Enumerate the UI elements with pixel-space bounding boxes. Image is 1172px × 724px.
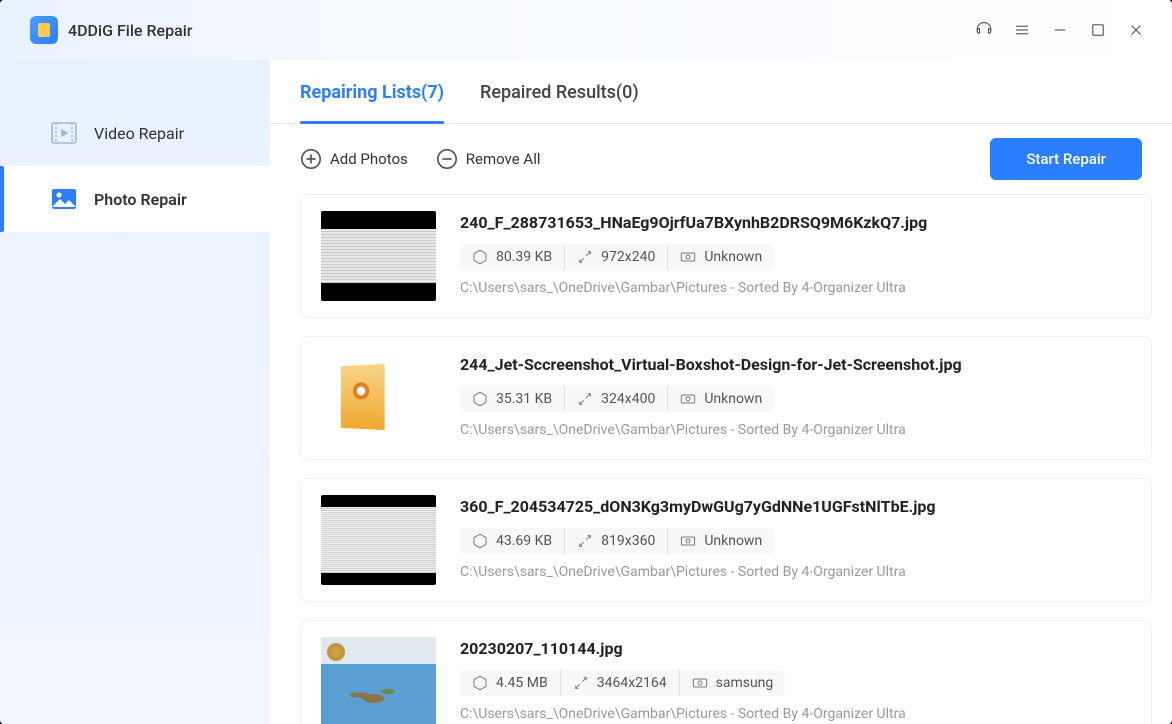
start-repair-button[interactable]: Start Repair (990, 138, 1142, 180)
remove-all-button[interactable]: Remove All (436, 148, 541, 170)
file-device: Unknown (668, 244, 774, 270)
close-button[interactable] (1120, 14, 1152, 46)
sidebar-item-video-repair[interactable]: Video Repair (0, 100, 270, 166)
app-icon (30, 16, 58, 44)
sidebar: Video Repair Photo Repair (0, 60, 270, 724)
file-card[interactable]: 244_Jet-Sccreenshot_Virtual-Boxshot-Desi… (300, 336, 1152, 460)
add-photos-button[interactable]: Add Photos (300, 148, 408, 170)
titlebar-right (968, 14, 1152, 46)
support-button[interactable] (968, 14, 1000, 46)
tab-repairing-lists[interactable]: Repairing Lists(7) (300, 60, 444, 123)
file-card[interactable]: 240_F_288731653_HNaEg9OjrfUa7BXynhB2DRSQ… (300, 194, 1152, 318)
file-name: 360_F_204534725_dON3Kg3myDwGUg7yGdNNe1UG… (460, 497, 1131, 516)
add-photos-label: Add Photos (330, 150, 408, 168)
file-name: 20230207_110144.jpg (460, 639, 1131, 658)
file-path: C:\Users\sars_\OneDrive\Gambar\Pictures … (460, 280, 1131, 296)
sidebar-item-label: Photo Repair (94, 190, 187, 209)
titlebar-left: 4DDiG File Repair (30, 16, 192, 44)
file-device: Unknown (668, 528, 774, 554)
main-panel: Repairing Lists(7) Repaired Results(0) A… (270, 60, 1172, 724)
file-path: C:\Users\sars_\OneDrive\Gambar\Pictures … (460, 706, 1131, 722)
file-card[interactable]: 20230207_110144.jpg 4.45 MB 3464x2164 sa… (300, 620, 1152, 724)
titlebar: 4DDiG File Repair (0, 0, 1172, 60)
file-info: 360_F_204534725_dON3Kg3myDwGUg7yGdNNe1UG… (460, 495, 1131, 580)
file-dimensions: 972x240 (565, 244, 668, 270)
file-size: 4.45 MB (460, 670, 561, 696)
file-thumbnail (321, 353, 436, 443)
toolbar: Add Photos Remove All Start Repair (270, 124, 1172, 194)
file-dimensions: 819x360 (565, 528, 668, 554)
app-title: 4DDiG File Repair (68, 21, 192, 40)
photo-icon (50, 185, 78, 213)
file-size: 43.69 KB (460, 528, 565, 554)
file-info: 20230207_110144.jpg 4.45 MB 3464x2164 sa… (460, 637, 1131, 722)
file-meta: 35.31 KB 324x400 Unknown (460, 386, 1131, 412)
file-thumbnail (321, 211, 436, 301)
file-path: C:\Users\sars_\OneDrive\Gambar\Pictures … (460, 422, 1131, 438)
video-icon (50, 119, 78, 147)
file-info: 240_F_288731653_HNaEg9OjrfUa7BXynhB2DRSQ… (460, 211, 1131, 296)
menu-button[interactable] (1006, 14, 1038, 46)
file-info: 244_Jet-Sccreenshot_Virtual-Boxshot-Desi… (460, 353, 1131, 438)
minimize-button[interactable] (1044, 14, 1076, 46)
file-meta: 80.39 KB 972x240 Unknown (460, 244, 1131, 270)
file-list[interactable]: 240_F_288731653_HNaEg9OjrfUa7BXynhB2DRSQ… (270, 194, 1172, 724)
maximize-button[interactable] (1082, 14, 1114, 46)
tab-repaired-results[interactable]: Repaired Results(0) (480, 60, 639, 123)
file-name: 240_F_288731653_HNaEg9OjrfUa7BXynhB2DRSQ… (460, 213, 1131, 232)
file-meta: 43.69 KB 819x360 Unknown (460, 528, 1131, 554)
file-meta: 4.45 MB 3464x2164 samsung (460, 670, 1131, 696)
file-dimensions: 324x400 (565, 386, 668, 412)
file-card[interactable]: 360_F_204534725_dON3Kg3myDwGUg7yGdNNe1UG… (300, 478, 1152, 602)
file-path: C:\Users\sars_\OneDrive\Gambar\Pictures … (460, 564, 1131, 580)
file-thumbnail (321, 495, 436, 585)
file-device: samsung (680, 670, 786, 696)
file-name: 244_Jet-Sccreenshot_Virtual-Boxshot-Desi… (460, 355, 1131, 374)
tabs: Repairing Lists(7) Repaired Results(0) (270, 60, 1172, 124)
sidebar-item-label: Video Repair (94, 124, 184, 143)
file-size: 35.31 KB (460, 386, 565, 412)
file-dimensions: 3464x2164 (561, 670, 680, 696)
remove-all-label: Remove All (466, 150, 541, 168)
file-device: Unknown (668, 386, 774, 412)
body-area: Video Repair Photo Repair Repairing List… (0, 60, 1172, 724)
file-thumbnail (321, 637, 436, 724)
sidebar-item-photo-repair[interactable]: Photo Repair (0, 166, 270, 232)
file-size: 80.39 KB (460, 244, 565, 270)
app-window: 4DDiG File Repair Video Repair Photo Rep… (0, 0, 1172, 724)
